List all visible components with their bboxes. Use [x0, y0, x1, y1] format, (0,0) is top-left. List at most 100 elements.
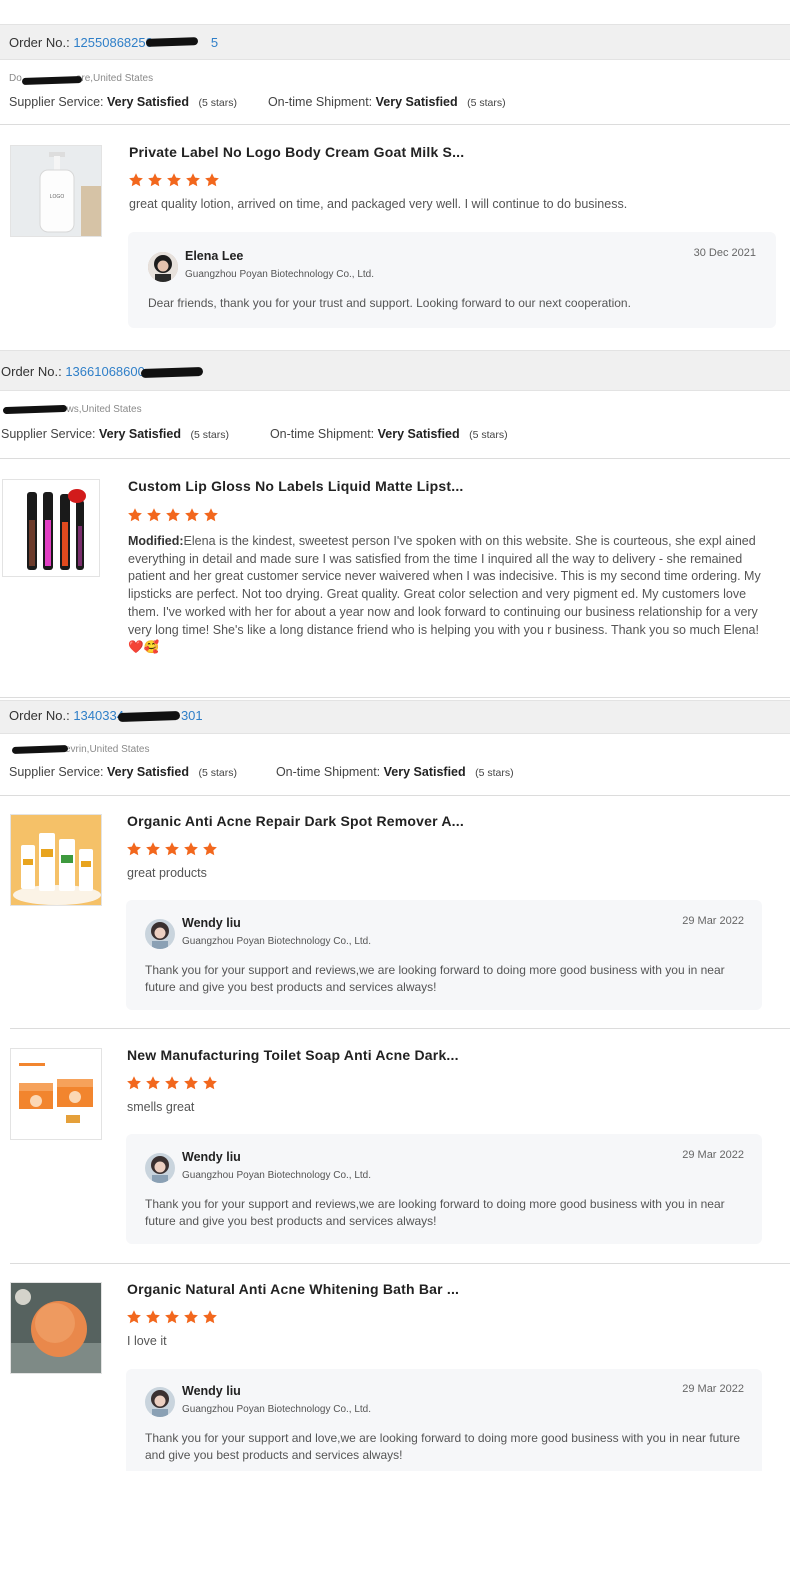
supplier-service-value: Very Satisfied — [106, 765, 189, 779]
service-ratings: Supplier Service: Very Satisfied (5 star… — [9, 95, 506, 109]
star-icon — [148, 173, 162, 187]
supplier-service-label: Supplier Service: — [9, 765, 104, 779]
star-icon — [127, 842, 141, 856]
rating-stars — [126, 1075, 218, 1093]
shipment-label: On-time Shipment: — [267, 95, 373, 109]
review-body: Elena is the kindest, sweetest person I'… — [128, 534, 761, 655]
shipment-value: Very Satisfied — [377, 427, 460, 441]
reply-company: Guangzhou Poyan Biotechnology Co., Ltd. — [185, 269, 375, 280]
buyer-location-prefix: Do — [9, 73, 22, 84]
star-icon — [167, 173, 181, 187]
order-number-link[interactable]: 13661068600 — [65, 364, 145, 379]
review-text: smells great — [127, 1100, 195, 1114]
reply-text: Thank you for your support and love,we a… — [145, 1431, 741, 1462]
avatar — [145, 1153, 175, 1183]
star-icon — [184, 1310, 198, 1324]
avatar — [145, 1387, 175, 1417]
bath-bar-image — [11, 1283, 101, 1373]
divider — [10, 1028, 790, 1029]
reply-date: 29 Mar 2022 — [682, 1383, 744, 1395]
reply-text: Thank you for your support and reviews,w… — [145, 963, 725, 994]
supplier-service-value: Very Satisfied — [98, 427, 181, 441]
shipment-label: On-time Shipment: — [275, 765, 381, 779]
soap-box-image — [11, 1049, 101, 1139]
product-image[interactable] — [2, 479, 100, 577]
divider — [0, 124, 790, 125]
product-title[interactable]: Organic Anti Acne Repair Dark Spot Remov… — [127, 813, 464, 829]
review-text: I love it — [127, 1334, 167, 1348]
reply-date: 29 Mar 2022 — [682, 1149, 744, 1161]
order-number-link[interactable]: 1340334 — [73, 708, 124, 723]
avatar — [145, 919, 175, 949]
shipment-stars: (5 stars) — [467, 97, 506, 109]
product-image[interactable] — [10, 1048, 102, 1140]
star-icon — [166, 508, 180, 522]
product-image[interactable] — [10, 1282, 102, 1374]
star-icon — [127, 1076, 141, 1090]
product-title[interactable]: Custom Lip Gloss No Labels Liquid Matte … — [128, 478, 464, 494]
star-icon — [128, 508, 142, 522]
reply-author-name: Wendy liu — [182, 1384, 241, 1398]
star-icon — [203, 1076, 217, 1090]
supplier-service-stars: (5 stars) — [190, 429, 229, 441]
star-icon — [203, 842, 217, 856]
review-text: Modified:Elena is the kindest, sweetest … — [128, 533, 768, 657]
lotion-bottle-image: LOGO — [11, 146, 101, 236]
order-number-suffix[interactable]: 5 — [211, 35, 218, 50]
order-label: Order No.: — [9, 708, 70, 723]
star-icon — [185, 508, 199, 522]
product-image[interactable]: LOGO — [10, 145, 102, 237]
shipment-value: Very Satisfied — [375, 95, 458, 109]
supplier-service-stars: (5 stars) — [198, 767, 237, 779]
star-icon — [165, 842, 179, 856]
star-icon — [186, 173, 200, 187]
divider — [10, 1263, 790, 1264]
product-title[interactable]: Private Label No Logo Body Cream Goat Mi… — [129, 144, 464, 160]
order-label: Order No.: — [1, 364, 62, 379]
star-icon — [165, 1076, 179, 1090]
image-logo-text: LOGO — [50, 194, 65, 200]
product-title[interactable]: Organic Natural Anti Acne Whitening Bath… — [127, 1281, 459, 1297]
rating-stars — [126, 1309, 218, 1327]
skincare-set-image — [11, 815, 101, 905]
product-title[interactable]: New Manufacturing Toilet Soap Anti Acne … — [127, 1047, 459, 1063]
reply-text: Dear friends, thank you for your trust a… — [148, 296, 631, 310]
star-icon — [129, 173, 143, 187]
shipment-label: On-time Shipment: — [269, 427, 375, 441]
buyer-location-text: ews,United States — [61, 404, 142, 415]
supplier-service-stars: (5 stars) — [198, 97, 237, 109]
order-header: Order No.: 13661068600 — [0, 350, 790, 391]
supplier-service-label: Supplier Service: — [1, 427, 96, 441]
lip-gloss-image — [3, 480, 99, 576]
divider — [0, 697, 790, 698]
reply-company: Guangzhou Poyan Biotechnology Co., Ltd. — [182, 936, 372, 947]
order-number-link[interactable]: 12550868250 — [73, 35, 153, 50]
reply-author-name: Wendy liu — [182, 1150, 241, 1164]
buyer-location: ews,United States — [61, 404, 142, 415]
redaction-mark — [11, 745, 69, 754]
seller-reply: Wendy liu Guangzhou Poyan Biotechnology … — [126, 1369, 762, 1471]
reply-text: Thank you for your support and reviews,w… — [145, 1197, 725, 1228]
rating-stars — [128, 172, 220, 190]
buyer-location: evrin,United States — [65, 744, 150, 755]
order-header: Order No.: 12550868250 5 — [0, 24, 790, 60]
reply-date: 30 Dec 2021 — [693, 247, 756, 259]
shipment-stars: (5 stars) — [475, 767, 514, 779]
shipment-stars: (5 stars) — [469, 429, 508, 441]
order-number-suffix[interactable]: 301 — [181, 708, 203, 723]
reply-author-name: Wendy liu — [182, 916, 241, 930]
star-icon — [204, 508, 218, 522]
rating-stars — [127, 507, 219, 525]
divider — [0, 795, 790, 796]
star-icon — [184, 842, 198, 856]
divider — [0, 458, 790, 459]
supplier-service-label: Supplier Service: — [9, 95, 104, 109]
review-text: great products — [127, 866, 207, 880]
product-image[interactable] — [10, 814, 102, 906]
reply-company: Guangzhou Poyan Biotechnology Co., Ltd. — [182, 1170, 372, 1181]
reply-author-name: Elena Lee — [185, 249, 244, 263]
seller-reply: Wendy liu Guangzhou Poyan Biotechnology … — [126, 1134, 762, 1244]
reply-company: Guangzhou Poyan Biotechnology Co., Ltd. — [182, 1404, 372, 1415]
supplier-service-value: Very Satisfied — [106, 95, 189, 109]
reply-date: 29 Mar 2022 — [682, 915, 744, 927]
